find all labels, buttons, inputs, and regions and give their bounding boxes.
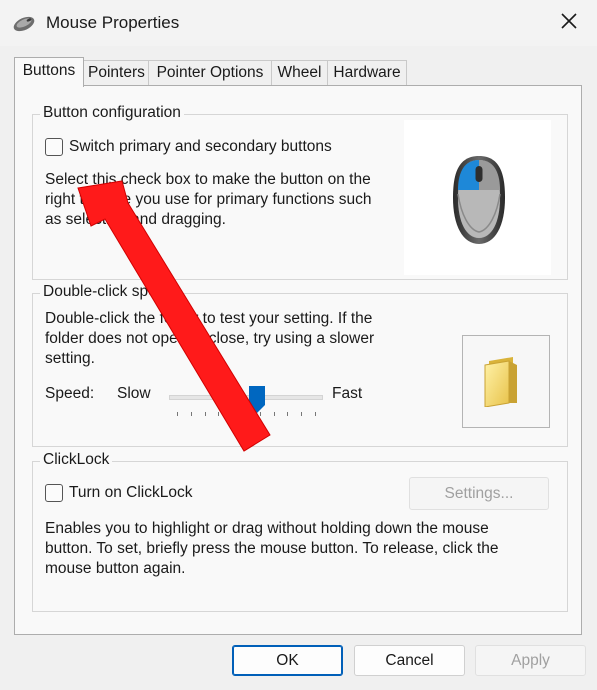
clicklock-group: ClickLock Turn on ClickLock Settings... … [32, 451, 568, 612]
mouse-properties-dialog: Mouse Properties Buttons Pointers Pointe… [0, 0, 597, 690]
button-config-description-line: Select this check box to make the button… [45, 171, 371, 188]
ok-button[interactable]: OK [232, 645, 343, 676]
apply-button[interactable]: Apply [475, 645, 586, 676]
button-config-description-line: right the one you use for primary functi… [45, 191, 372, 208]
slider-tick [246, 412, 247, 416]
slider-tick [273, 412, 275, 416]
slider-tick [218, 412, 220, 416]
test-folder[interactable] [462, 335, 550, 428]
slider-thumb[interactable] [249, 386, 266, 413]
slider-tick [204, 412, 206, 416]
slider-tick [190, 412, 192, 416]
folder-icon [483, 355, 523, 411]
tab-buttons[interactable]: Buttons [14, 57, 84, 87]
speed-slider[interactable] [169, 386, 323, 426]
slider-tick [287, 412, 289, 416]
title-bar: Mouse Properties [0, 0, 597, 46]
tab-hardware[interactable]: Hardware [327, 60, 407, 85]
cancel-button[interactable]: Cancel [354, 645, 465, 676]
switch-buttons-label[interactable]: Switch primary and secondary buttons [69, 137, 332, 157]
slider-tick [177, 412, 178, 416]
double-click-description-line: setting. [45, 350, 95, 367]
slider-tick [301, 412, 303, 416]
group-title: Double-click speed [40, 283, 177, 301]
double-click-speed-group: Double-click speed Double-click the fold… [32, 283, 568, 447]
slider-tick [232, 412, 234, 416]
switch-buttons-checkbox[interactable] [45, 138, 63, 156]
double-click-description-line: folder does not open or close, try using… [45, 330, 375, 347]
tab-pointer-options[interactable]: Pointer Options [148, 60, 272, 85]
tab-panel-buttons: Button configuration Switch primary and … [14, 85, 582, 635]
clicklock-description-line: mouse button again. [45, 560, 186, 577]
clicklock-description-line: button. To set, briefly press the mouse … [45, 540, 499, 557]
close-button[interactable] [541, 0, 597, 46]
tab-wheel[interactable]: Wheel [271, 60, 328, 85]
group-title: ClickLock [40, 451, 113, 469]
window-title: Mouse Properties [46, 13, 180, 32]
slow-label: Slow [117, 385, 151, 402]
button-configuration-group: Button configuration Switch primary and … [32, 104, 568, 280]
clicklock-description-line: Enables you to highlight or drag without… [45, 520, 489, 537]
clicklock-label[interactable]: Turn on ClickLock [69, 483, 192, 503]
mouse-icon [449, 154, 509, 250]
tab-pointers[interactable]: Pointers [83, 60, 149, 85]
slider-track[interactable] [169, 395, 323, 400]
mouse-preview [404, 120, 551, 275]
speed-label: Speed: [45, 385, 95, 402]
fast-label: Fast [332, 385, 363, 402]
button-config-description-line: as selecting and dragging. [45, 211, 226, 228]
clicklock-settings-button[interactable]: Settings... [409, 477, 549, 510]
close-icon [561, 13, 577, 33]
slider-tick [315, 412, 316, 416]
double-click-description-line: Double-click the folder to test your set… [45, 310, 373, 327]
clicklock-checkbox[interactable] [45, 484, 63, 502]
group-title: Button configuration [40, 104, 184, 122]
mouse-icon [12, 12, 36, 34]
